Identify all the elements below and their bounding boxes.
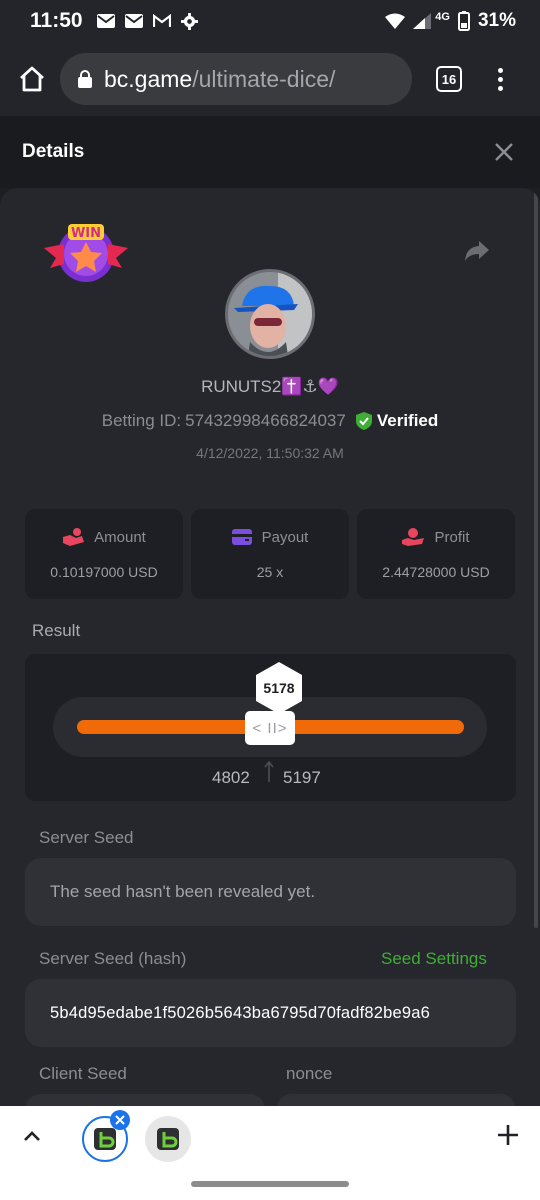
range-high: 5197 (283, 768, 321, 787)
avatar-photo (228, 272, 312, 356)
scrollbar[interactable] (534, 188, 538, 928)
nonce-label: nonce (286, 1064, 333, 1083)
verified-label: Verified (376, 411, 439, 430)
bet-stats: Amount 0.10197000 USD Payout 25 x Profit… (25, 509, 515, 599)
bcgame-favicon-icon (94, 1128, 116, 1150)
bcgame-favicon-icon (157, 1128, 179, 1150)
tab-bcgame[interactable] (145, 1116, 191, 1162)
tab-switcher-button[interactable]: 16 (436, 66, 462, 92)
client-seed-label: Client Seed (39, 1064, 127, 1083)
slider-handle[interactable]: < II> (245, 711, 295, 745)
notification-icons (96, 12, 198, 30)
bet-details-card: WIN RUNUTS2✝️⚓💜 Betting ID: 574329984668… (0, 188, 540, 1106)
server-seed-hash-label: Server Seed (hash) (39, 949, 187, 968)
result-label: Result (32, 621, 81, 640)
betting-id-row: Betting ID: 57432998466824037 Verified (0, 411, 540, 431)
stat-label: Payout (261, 528, 309, 546)
betting-id[interactable]: 57432998466824037 (185, 411, 346, 431)
address-bar[interactable]: bc.game/ultimate-dice/ (60, 53, 412, 105)
home-icon (20, 66, 44, 92)
bet-timestamp: 4/12/2022, 11:50:32 AM (196, 445, 344, 461)
wallet-icon (231, 529, 252, 545)
url-host: bc.game (104, 65, 193, 92)
close-button[interactable] (490, 138, 518, 166)
win-badge-icon: WIN (44, 224, 128, 282)
profit-hand-icon (402, 528, 425, 546)
svg-text:WIN: WIN (71, 226, 101, 241)
system-icons: 4G 31% (385, 10, 516, 32)
stat-value: 0.10197000 USD (50, 564, 158, 580)
stat-payout: Payout 25 x (191, 509, 349, 599)
home-button[interactable] (14, 61, 50, 97)
gesture-navigation-bar[interactable] (191, 1181, 349, 1187)
username: RUNUTS2✝️⚓💜 (201, 377, 339, 396)
close-tab-button[interactable] (110, 1110, 130, 1130)
range-low: 4802 (212, 768, 250, 787)
verified-badge: Verified (355, 411, 439, 431)
server-seed-label: Server Seed (39, 828, 134, 847)
gmail-icon (152, 14, 171, 27)
browser-toolbar: bc.game/ultimate-dice/ 16 (0, 42, 540, 116)
page-title: Details (22, 141, 85, 162)
server-seed-hash-value: 5b4d95edabe1f5026b5643ba6795d70fadf82be9… (50, 1003, 431, 1022)
stat-value: 2.44728000 USD (382, 564, 490, 580)
chevron-up-icon[interactable] (22, 1126, 42, 1146)
server-seed-field: The seed hasn't been revealed yet. (25, 858, 516, 926)
stat-profit: Profit 2.44728000 USD (357, 509, 515, 599)
stat-label: Profit (434, 528, 470, 546)
mail-icon (96, 14, 115, 28)
mail-icon (124, 14, 143, 28)
coin-hand-icon (63, 528, 85, 546)
settings-gear-icon (180, 12, 198, 30)
close-icon (495, 143, 513, 161)
new-tab-plus-icon[interactable] (496, 1123, 520, 1147)
signal-icon (413, 13, 432, 29)
stat-label: Amount (94, 528, 146, 546)
nonce-field[interactable] (276, 1094, 516, 1106)
battery-percent: 31% (477, 10, 516, 31)
result-panel: 5178 < II> 4802 5197 (25, 654, 516, 801)
stat-value: 25 x (256, 563, 284, 580)
details-header: Details (0, 116, 540, 188)
server-seed-value: The seed hasn't been revealed yet. (50, 882, 316, 901)
betting-id-label: Betting ID: (101, 411, 182, 430)
menu-kebab-icon[interactable] (498, 67, 503, 91)
status-time: 11:50 (30, 9, 83, 32)
lock-icon (78, 70, 92, 88)
share-icon[interactable] (464, 240, 490, 262)
stat-amount: Amount 0.10197000 USD (25, 509, 183, 599)
avatar (225, 269, 315, 359)
client-seed-field[interactable] (25, 1094, 265, 1106)
battery-icon (457, 11, 470, 31)
tab-strip (0, 1106, 540, 1200)
network-type: 4G (435, 11, 450, 23)
server-seed-hash-field[interactable]: 5b4d95edabe1f5026b5643ba6795d70fadf82be9… (25, 979, 516, 1047)
wifi-icon (385, 13, 406, 29)
arrow-up-icon (264, 760, 274, 782)
status-bar: 11:50 4G 31% (0, 0, 540, 42)
shield-check-icon (355, 412, 372, 430)
url-path: /ultimate-dice/ (192, 65, 336, 92)
close-icon (115, 1115, 125, 1125)
seed-settings-link[interactable]: Seed Settings (381, 949, 487, 969)
